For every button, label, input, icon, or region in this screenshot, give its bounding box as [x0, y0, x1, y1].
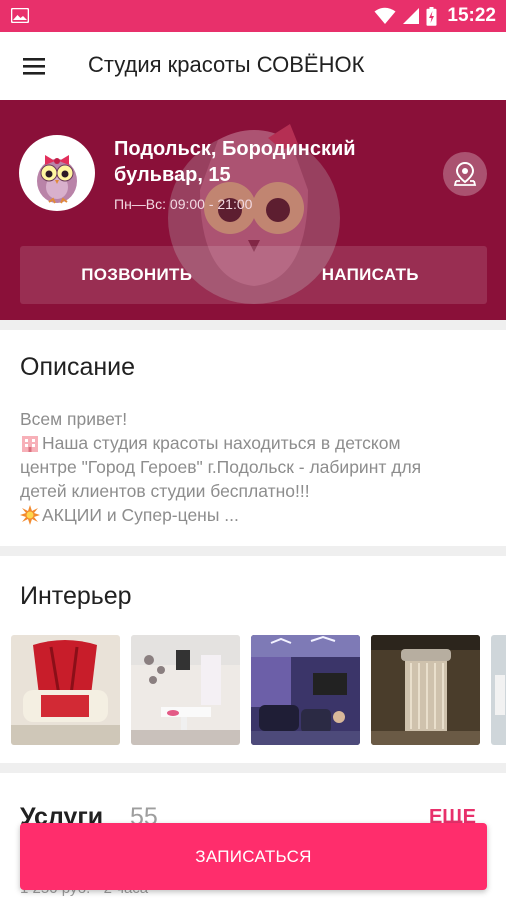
- opening-hours: Пн—Вс: 09:00 - 21:00: [114, 196, 253, 212]
- description-line: Всем привет!: [20, 409, 128, 429]
- salon-address: Подольск, Бородинский бульвар, 15: [114, 138, 356, 186]
- salon-header: Подольск, Бородинский бульвар, 15 Пн—Вс:…: [0, 100, 506, 320]
- description-text[interactable]: Всем привет! Наша студия красоты находит…: [20, 407, 490, 527]
- map-button[interactable]: [443, 152, 487, 196]
- pedicure-chair-photo[interactable]: [11, 635, 120, 745]
- salon-room-photo[interactable]: [131, 635, 240, 745]
- section-divider: [0, 320, 506, 330]
- image-notification-icon: [11, 8, 29, 23]
- boom-emoji-icon: [20, 505, 40, 525]
- description-line: центре "Город Героев" г.Подольск - лабир…: [20, 457, 422, 477]
- page-title: Студия красоты СОВЁНОК: [88, 52, 365, 77]
- interior-gallery[interactable]: [11, 635, 506, 745]
- status-bar: 15:22: [0, 0, 506, 32]
- battery-charging-icon: [426, 6, 437, 26]
- write-button[interactable]: НАПИСАТЬ: [254, 246, 488, 304]
- call-button[interactable]: ПОЗВОНИТЬ: [20, 246, 254, 304]
- building-emoji-icon: [22, 436, 38, 452]
- status-time: 15:22: [447, 5, 496, 26]
- hamburger-menu-icon[interactable]: [20, 54, 50, 78]
- description-line: АКЦИИ и Супер-цены ...: [42, 505, 239, 525]
- description-heading: Описание: [20, 353, 136, 381]
- wifi-icon: [374, 7, 396, 24]
- system-icons: 15:22: [374, 5, 496, 27]
- map-pin-icon: [453, 161, 477, 186]
- book-appointment-button[interactable]: ЗАПИСАТЬСЯ: [20, 823, 487, 890]
- salon-photo[interactable]: [491, 635, 506, 745]
- signal-icon: [403, 8, 420, 24]
- contact-actions: ПОЗВОНИТЬ НАПИСАТЬ: [20, 246, 487, 304]
- solarium-photo[interactable]: [371, 635, 480, 745]
- app-bar: Студия красоты СОВЁНОК: [0, 32, 506, 100]
- section-divider: [0, 546, 506, 556]
- salon-logo-avatar: [19, 135, 95, 211]
- description-line: детей клиентов студии бесплатно!!!: [20, 481, 310, 501]
- description-line: Наша студия красоты находиться в детском: [42, 433, 401, 453]
- section-divider: [0, 763, 506, 773]
- lounge-photo[interactable]: [251, 635, 360, 745]
- owl-logo-icon: [37, 155, 77, 204]
- interior-heading: Интерьер: [20, 582, 132, 610]
